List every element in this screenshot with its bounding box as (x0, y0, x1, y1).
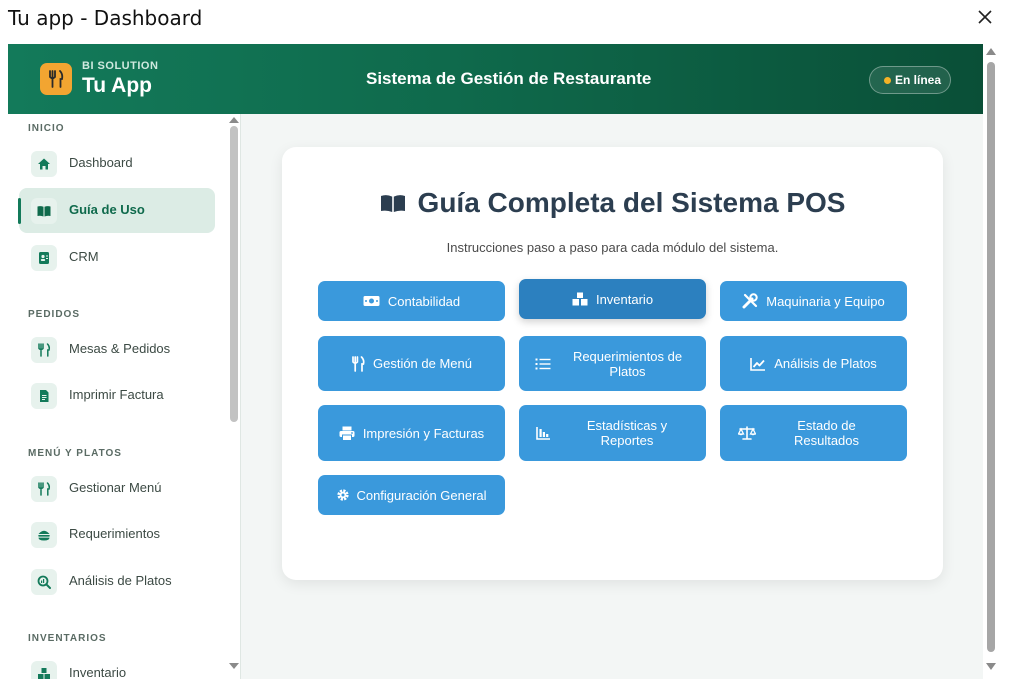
boxes-icon (31, 661, 57, 679)
guide-button-configuracion-general[interactable]: Configuración General (318, 475, 505, 515)
utensils-icon (31, 476, 57, 502)
brand-name: Tu App (82, 74, 152, 97)
button-label: Estadísticas y Reportes (586, 418, 668, 448)
guide-title: Guía Completa del Sistema POS (282, 187, 943, 219)
button-label: Estado de Resultados (793, 418, 860, 448)
button-label: Configuración General (356, 487, 487, 503)
sidebar-item-label: Análisis de Platos (69, 573, 172, 588)
sidebar-item-label: Imprimir Factura (69, 387, 164, 402)
sidebar-item-label: Gestionar Menú (69, 480, 162, 495)
contact-card-icon (31, 245, 57, 271)
sidebar-item-label: Dashboard (69, 155, 133, 170)
sidebar-section-inventarios: INVENTARIOS (28, 633, 107, 644)
home-icon (31, 151, 57, 177)
close-icon[interactable] (976, 8, 994, 26)
sidebar-section-menu-y-platos: MENÚ Y PLATOS (28, 448, 122, 459)
sidebar-item-gestionar-menu[interactable]: Gestionar Menú (19, 466, 215, 511)
sidebar: INICIO Dashboard Guía de Uso CRM PEDIDOS (8, 114, 241, 679)
tools-icon (742, 293, 758, 309)
sidebar-section-pedidos: PEDIDOS (28, 309, 81, 320)
guide-button-impresion-y-facturas[interactable]: Impresión y Facturas (318, 405, 505, 461)
utensils-icon (352, 355, 365, 372)
button-label: Requerimientos de Platos (572, 348, 683, 379)
scroll-down-arrow-icon[interactable] (986, 663, 996, 670)
guide-button-maquinaria-y-equipo[interactable]: Maquinaria y Equipo (720, 281, 907, 321)
guide-subtitle: Instrucciones paso a paso para cada módu… (446, 240, 779, 255)
sidebar-item-dashboard[interactable]: Dashboard (19, 141, 215, 186)
header-title: Sistema de Gestión de Restaurante (366, 69, 652, 88)
button-label: Inventario (595, 291, 654, 307)
search-chart-icon (31, 569, 57, 595)
window-title: Tu app - Dashboard (8, 6, 203, 30)
sidebar-scroll-thumb[interactable] (230, 126, 238, 422)
guide-button-requerimientos-de-platos[interactable]: Requerimientos de Platos (519, 336, 706, 391)
list-icon (535, 358, 551, 369)
guide-button-inventario[interactable]: Inventario (519, 279, 706, 319)
book-icon (31, 198, 57, 224)
button-label: Impresión y Facturas (362, 425, 485, 441)
burger-icon (31, 522, 57, 548)
guide-card: Guía Completa del Sistema POS Instruccio… (282, 147, 943, 580)
window-scroll-thumb[interactable] (987, 62, 995, 652)
guide-button-contabilidad[interactable]: Contabilidad (318, 281, 505, 321)
guide-button-gestion-de-menu[interactable]: Gestión de Menú (318, 336, 505, 391)
printer-icon (339, 426, 355, 441)
gear-icon (337, 489, 350, 501)
utensils-icon (31, 337, 57, 363)
scale-icon (738, 426, 756, 440)
guide-title-text: Guía Completa del Sistema POS (417, 187, 846, 218)
sidebar-item-label: Mesas & Pedidos (69, 341, 171, 356)
sidebar-item-label: CRM (69, 249, 99, 264)
invoice-icon (31, 383, 57, 409)
window-scrollbar[interactable] (984, 44, 998, 679)
sidebar-section-inicio: INICIO (28, 123, 65, 134)
sidebar-item-requerimientos[interactable]: Requerimientos (19, 512, 215, 557)
sidebar-item-label: Requerimientos (69, 526, 161, 541)
scroll-up-arrow-icon[interactable] (229, 117, 239, 123)
sidebar-item-label: Guía de Uso (69, 202, 145, 217)
status-badge: En línea (869, 66, 951, 94)
brand-subtitle: BI SOLUTION (82, 60, 159, 72)
sidebar-item-analisis-de-platos[interactable]: Análisis de Platos (19, 559, 215, 604)
status-dot-icon (884, 77, 891, 84)
bar-chart-icon (535, 427, 550, 440)
status-text: En línea (895, 73, 942, 87)
sidebar-item-crm[interactable]: CRM (19, 235, 215, 280)
button-label: Maquinaria y Equipo (766, 293, 885, 309)
button-label: Gestión de Menú (372, 356, 472, 371)
sidebar-item-imprimir-factura[interactable]: Imprimir Factura (19, 373, 215, 418)
button-label: Análisis de Platos (774, 356, 877, 371)
sidebar-scrollbar[interactable] (228, 114, 240, 679)
guide-button-estado-de-resultados[interactable]: Estado de Resultados (720, 405, 907, 461)
window-titlebar: Tu app - Dashboard (0, 0, 1012, 40)
utensils-icon (49, 70, 64, 88)
scroll-down-arrow-icon[interactable] (229, 663, 239, 669)
money-icon (363, 296, 380, 306)
app-header: BI SOLUTION Tu App Sistema de Gestión de… (8, 44, 983, 114)
boxes-icon (572, 292, 588, 306)
guide-button-estadisticas-y-reportes[interactable]: Estadísticas y Reportes (519, 405, 706, 461)
app-container: BI SOLUTION Tu App Sistema de Gestión de… (8, 44, 983, 679)
line-chart-icon (750, 357, 766, 371)
scroll-up-arrow-icon[interactable] (986, 48, 996, 55)
app-logo[interactable] (40, 63, 72, 95)
book-icon (380, 194, 405, 212)
sidebar-item-mesas-pedidos[interactable]: Mesas & Pedidos (19, 327, 215, 372)
guide-button-analisis-de-platos[interactable]: Análisis de Platos (720, 336, 907, 391)
sidebar-item-label: Inventario (69, 665, 127, 679)
button-label: Contabilidad (387, 293, 461, 309)
sidebar-item-guia-de-uso[interactable]: Guía de Uso (18, 188, 215, 233)
sidebar-item-inventario[interactable]: Inventario (19, 651, 215, 679)
main-content: Guía Completa del Sistema POS Instruccio… (242, 114, 983, 679)
